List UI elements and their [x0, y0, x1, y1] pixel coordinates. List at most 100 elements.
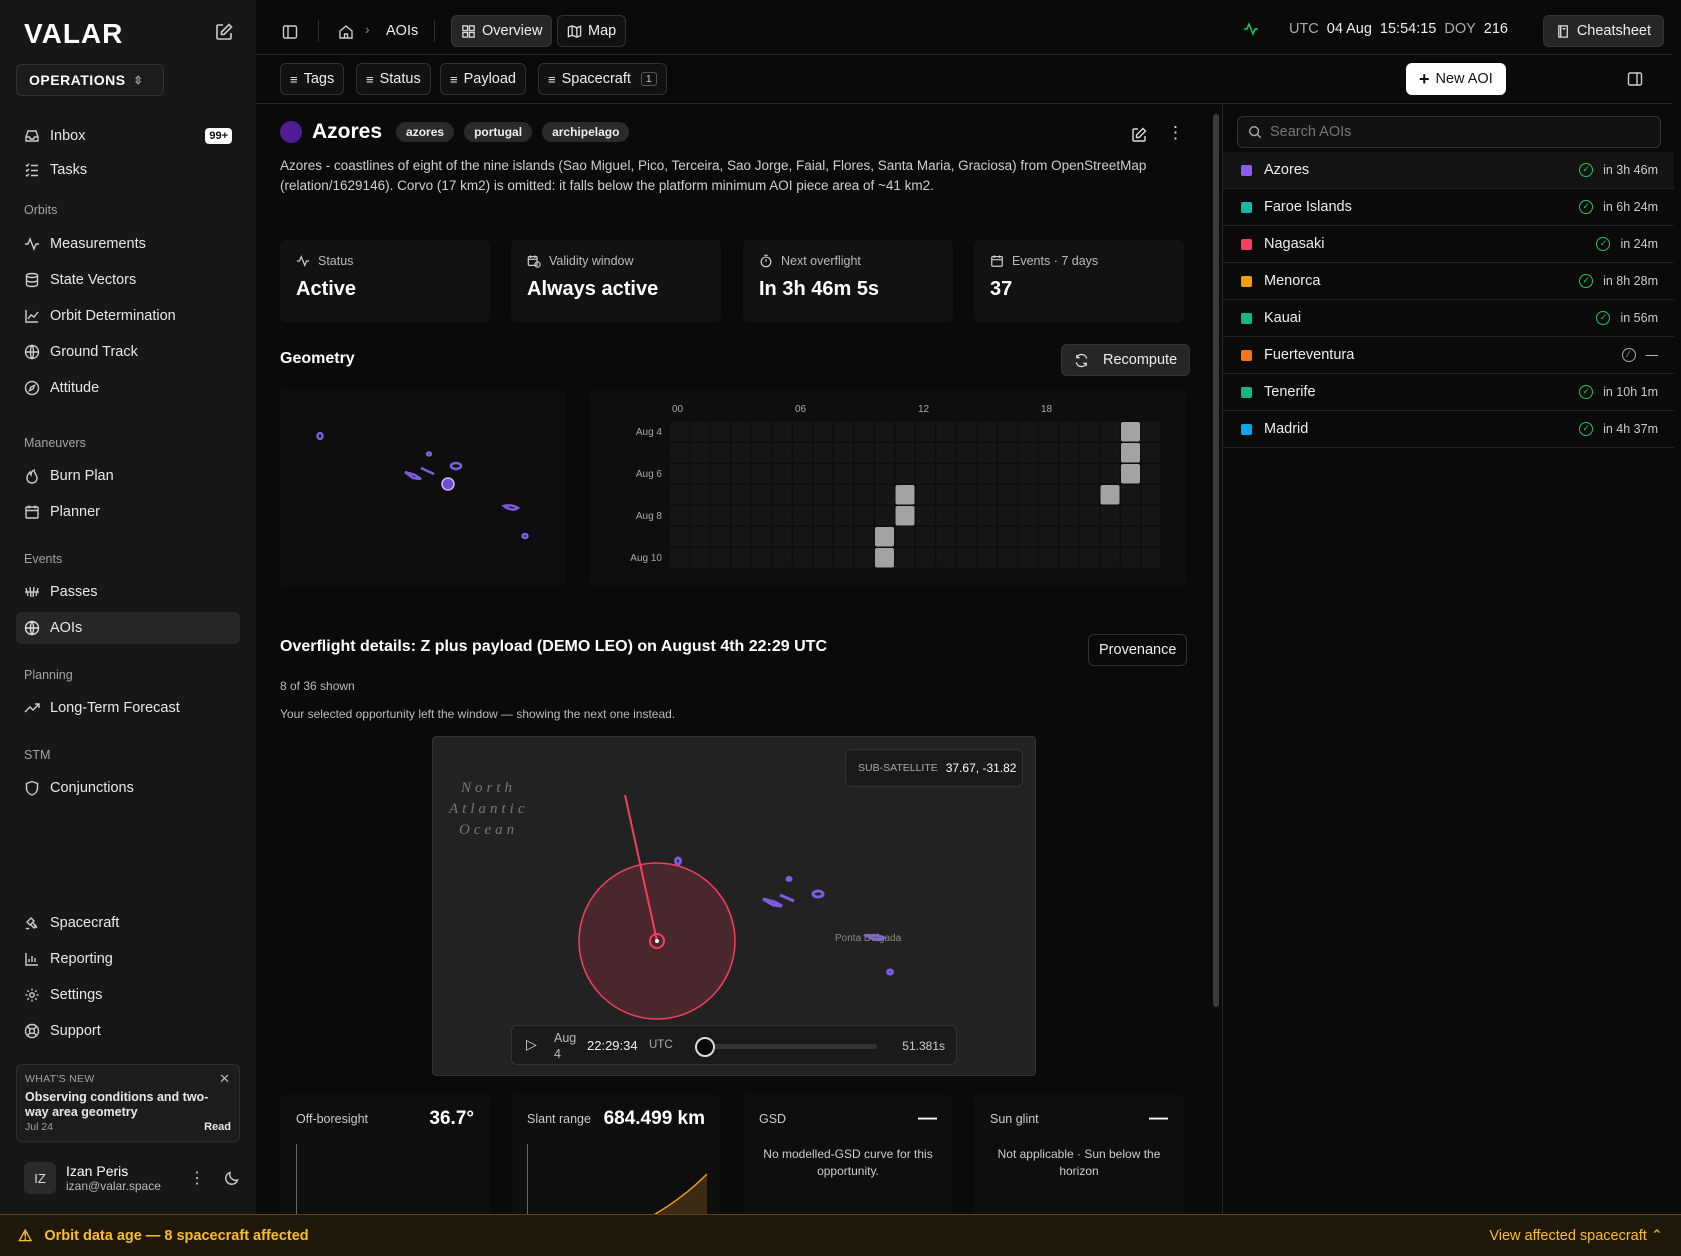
aoi-list-item[interactable]: Madrid ✓ in 4h 37m	[1223, 411, 1674, 448]
aoi-list-item[interactable]: Tenerife ✓ in 10h 1m	[1223, 374, 1674, 411]
more-vertical-icon[interactable]: ⋮	[188, 1168, 206, 1188]
sidebar-item-orbit-determination[interactable]: Orbit Determination	[16, 300, 240, 332]
sidebar-item-settings[interactable]: Settings	[16, 979, 240, 1011]
aoi-tag[interactable]: portugal	[464, 122, 533, 142]
sidebar-item-label: Measurements	[50, 236, 146, 252]
heatmap-cell	[875, 464, 894, 484]
sidebar-toggle-icon[interactable]	[282, 24, 298, 40]
bar-chart-icon	[25, 953, 38, 966]
heatmap-cell-overflight[interactable]	[1121, 443, 1140, 463]
sidebar-item-label: Conjunctions	[50, 780, 134, 796]
sidebar-item-label: Support	[50, 1023, 101, 1039]
utc-date: 04 Aug	[1326, 21, 1372, 37]
stat-value: 37	[990, 278, 1013, 300]
sidebar-item-state-vectors[interactable]: State Vectors	[16, 264, 240, 296]
tab-overview[interactable]: Overview	[451, 15, 553, 47]
heatmap-cell-overflight[interactable]	[1121, 422, 1140, 442]
timeline-slider-track[interactable]	[695, 1044, 877, 1049]
filter-tags-button[interactable]: ≡ Tags	[280, 63, 345, 95]
workspace-switcher[interactable]: OPERATIONS ⇳	[16, 64, 164, 96]
breadcrumb-aois[interactable]: AOIs	[386, 23, 418, 39]
aoi-color-swatch	[1241, 423, 1252, 435]
heatmap-cell-overflight[interactable]	[1121, 464, 1140, 484]
heatmap-cell-overflight[interactable]	[875, 527, 894, 547]
aoi-list-item[interactable]: Kauai ✓ in 56m	[1223, 300, 1674, 337]
heatmap-cell-overflight[interactable]	[1100, 485, 1120, 505]
recompute-button[interactable]: Recompute	[1061, 344, 1191, 376]
sidebar-item-burn-plan[interactable]: Burn Plan	[16, 460, 240, 492]
disabled-circle-icon: ⁄	[1621, 348, 1636, 362]
filter-spacecraft-button[interactable]: ≡ Spacecraft 1	[538, 63, 667, 95]
aoi-geometry-map[interactable]	[280, 390, 565, 586]
check-circle-icon: ✓	[1579, 200, 1594, 214]
whats-new-card[interactable]: WHAT'S NEW ✕ Observing conditions and tw…	[16, 1064, 240, 1142]
player-duration: 51.381s	[902, 1039, 945, 1053]
heatmap-cell-overflight[interactable]	[875, 548, 894, 568]
sidebar-item-attitude[interactable]: Attitude	[16, 372, 240, 404]
new-aoi-button[interactable]: + New AOI	[1406, 63, 1506, 95]
heatmap-cell	[711, 548, 730, 568]
search-aois-field[interactable]	[1237, 116, 1661, 148]
sidebar-item-support[interactable]: Support	[16, 1015, 240, 1047]
user-menu[interactable]: IZ Izan Peris izan@valar.space ⋮	[24, 1158, 240, 1198]
aoi-list-item[interactable]: Menorca ✓ in 8h 28m	[1223, 263, 1674, 300]
sidebar-item-tasks[interactable]: Tasks	[16, 154, 240, 186]
filter-payload-button[interactable]: ≡ Payload	[440, 63, 526, 95]
close-icon[interactable]: ✕	[219, 1071, 230, 1087]
overflight-plot[interactable]: North Atlantic Ocean Ponta Delgada SUB-S…	[432, 736, 1036, 1076]
panel-right-icon[interactable]	[1627, 71, 1643, 87]
heatmap-cell	[711, 443, 730, 463]
aoi-next-pass: ✓ in 6h 24m	[1579, 200, 1658, 214]
aoi-list-item[interactable]: Fuerteventura ⁄ —	[1223, 337, 1674, 374]
play-icon[interactable]: ▷	[526, 1036, 537, 1053]
filter-count-badge: 1	[640, 72, 657, 86]
more-vertical-icon[interactable]: ⋮	[1167, 123, 1184, 143]
calendar-clock-icon	[527, 255, 541, 268]
app-root: VALAR OPERATIONS ⇳ Inbox 99+ Tasks Orbits…	[0, 0, 1681, 1256]
aoi-list-item[interactable]: Nagasaki ✓ in 24m	[1223, 226, 1674, 263]
sidebar-item-reporting[interactable]: Reporting	[16, 943, 240, 975]
provenance-button[interactable]: Provenance	[1088, 634, 1188, 666]
sidebar-item-conjunctions[interactable]: Conjunctions	[16, 772, 240, 804]
slant-range-sparkline	[527, 1144, 707, 1214]
sidebar-item-long-term-forecast[interactable]: Long-Term Forecast	[16, 692, 240, 724]
heatmap-cell-overflight[interactable]	[895, 485, 915, 505]
filter-label: Tags	[303, 71, 335, 87]
heatmap-cell	[752, 443, 771, 463]
edit-icon[interactable]	[1131, 127, 1147, 143]
aoi-color-swatch	[1241, 349, 1252, 361]
sidebar-item-aois[interactable]: AOIs	[16, 612, 240, 644]
heatmap-cell	[772, 506, 792, 526]
sidebar-item-passes[interactable]: Passes	[16, 576, 240, 608]
main-scrollbar[interactable]	[1213, 114, 1219, 1007]
metric-value: —	[918, 1108, 937, 1129]
aoi-tag[interactable]: archipelago	[542, 122, 630, 142]
aoi-tag[interactable]: azores	[396, 122, 455, 142]
home-icon[interactable]	[338, 24, 354, 40]
sidebar-item-planner[interactable]: Planner	[16, 496, 240, 528]
compose-icon[interactable]	[214, 22, 234, 42]
aoi-eta: in 56m	[1620, 311, 1658, 325]
search-input[interactable]	[1270, 124, 1650, 140]
aoi-list-item[interactable]: Azores ✓ in 3h 46m	[1223, 152, 1674, 189]
aoi-list-item[interactable]: Faroe Islands ✓ in 6h 24m	[1223, 189, 1674, 226]
subsat-value: 37.67, -31.82	[945, 761, 1017, 775]
heatmap-cell	[916, 527, 935, 547]
aoi-eta: in 8h 28m	[1603, 274, 1658, 288]
heatmap-cell	[998, 485, 1017, 505]
tab-map[interactable]: Map	[557, 15, 627, 47]
sidebar-item-inbox[interactable]: Inbox 99+	[16, 120, 240, 152]
filter-status-button[interactable]: ≡ Status	[356, 63, 431, 95]
sidebar-item-ground-track[interactable]: Ground Track	[16, 336, 240, 368]
timeline-slider-thumb[interactable]	[695, 1037, 715, 1057]
sidebar-item-spacecraft[interactable]: Spacecraft	[16, 907, 240, 939]
whats-new-read-link[interactable]: Read	[204, 1121, 231, 1133]
cheatsheet-button[interactable]: Cheatsheet	[1542, 15, 1664, 47]
view-affected-link[interactable]: View affected spacecraft ⌃	[1489, 1228, 1663, 1244]
moon-icon[interactable]	[224, 1170, 240, 1186]
aoi-color-swatch	[1241, 386, 1252, 398]
sidebar-item-measurements[interactable]: Measurements	[16, 228, 240, 260]
heatmap-cell-overflight[interactable]	[895, 506, 915, 526]
filter-bar: ≡ Tags ≡ Status ≡ Payload ≡ Spacecraft 1 + New…	[256, 55, 1673, 104]
sidebar: VALAR OPERATIONS ⇳ Inbox 99+ Tasks Orbits…	[0, 0, 256, 1214]
